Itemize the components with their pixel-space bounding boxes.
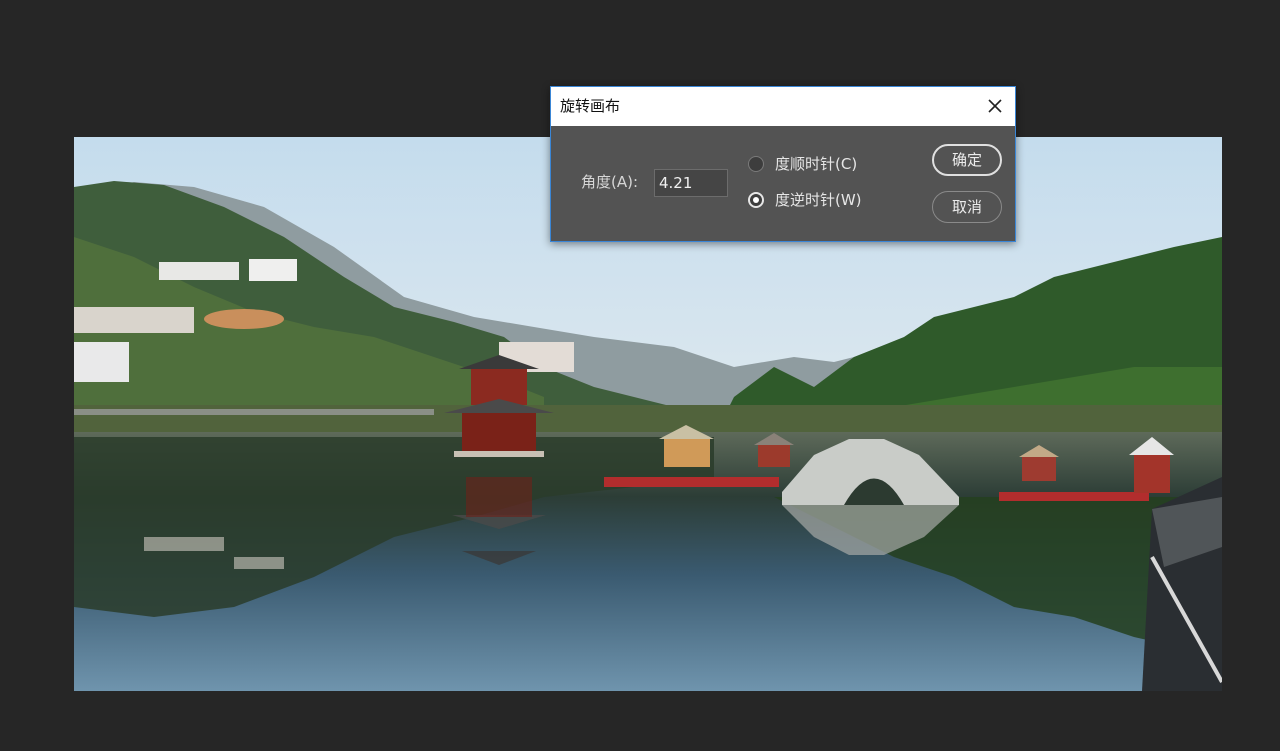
ok-button[interactable]: 确定	[932, 144, 1002, 176]
counterclockwise-label: 度逆时针(W)	[775, 191, 862, 209]
radio-selected-dot	[753, 197, 759, 203]
counterclockwise-radio[interactable]	[748, 192, 764, 208]
dialog-titlebar: 旋转画布	[551, 87, 1015, 126]
angle-label: 角度(A):	[581, 173, 639, 191]
dialog-title: 旋转画布	[560, 97, 621, 115]
close-button[interactable]	[985, 96, 1005, 116]
cancel-button[interactable]: 取消	[932, 191, 1002, 223]
clockwise-radio[interactable]	[748, 156, 764, 172]
rotate-canvas-dialog: 旋转画布 角度(A): 度顺时针(C) 度逆时针(W) 确定 取消	[550, 86, 1016, 242]
workspace: 旋转画布 角度(A): 度顺时针(C) 度逆时针(W) 确定 取消	[0, 0, 1280, 751]
angle-input[interactable]	[654, 169, 728, 197]
clockwise-label: 度顺时针(C)	[775, 155, 858, 173]
close-icon	[988, 99, 1002, 113]
